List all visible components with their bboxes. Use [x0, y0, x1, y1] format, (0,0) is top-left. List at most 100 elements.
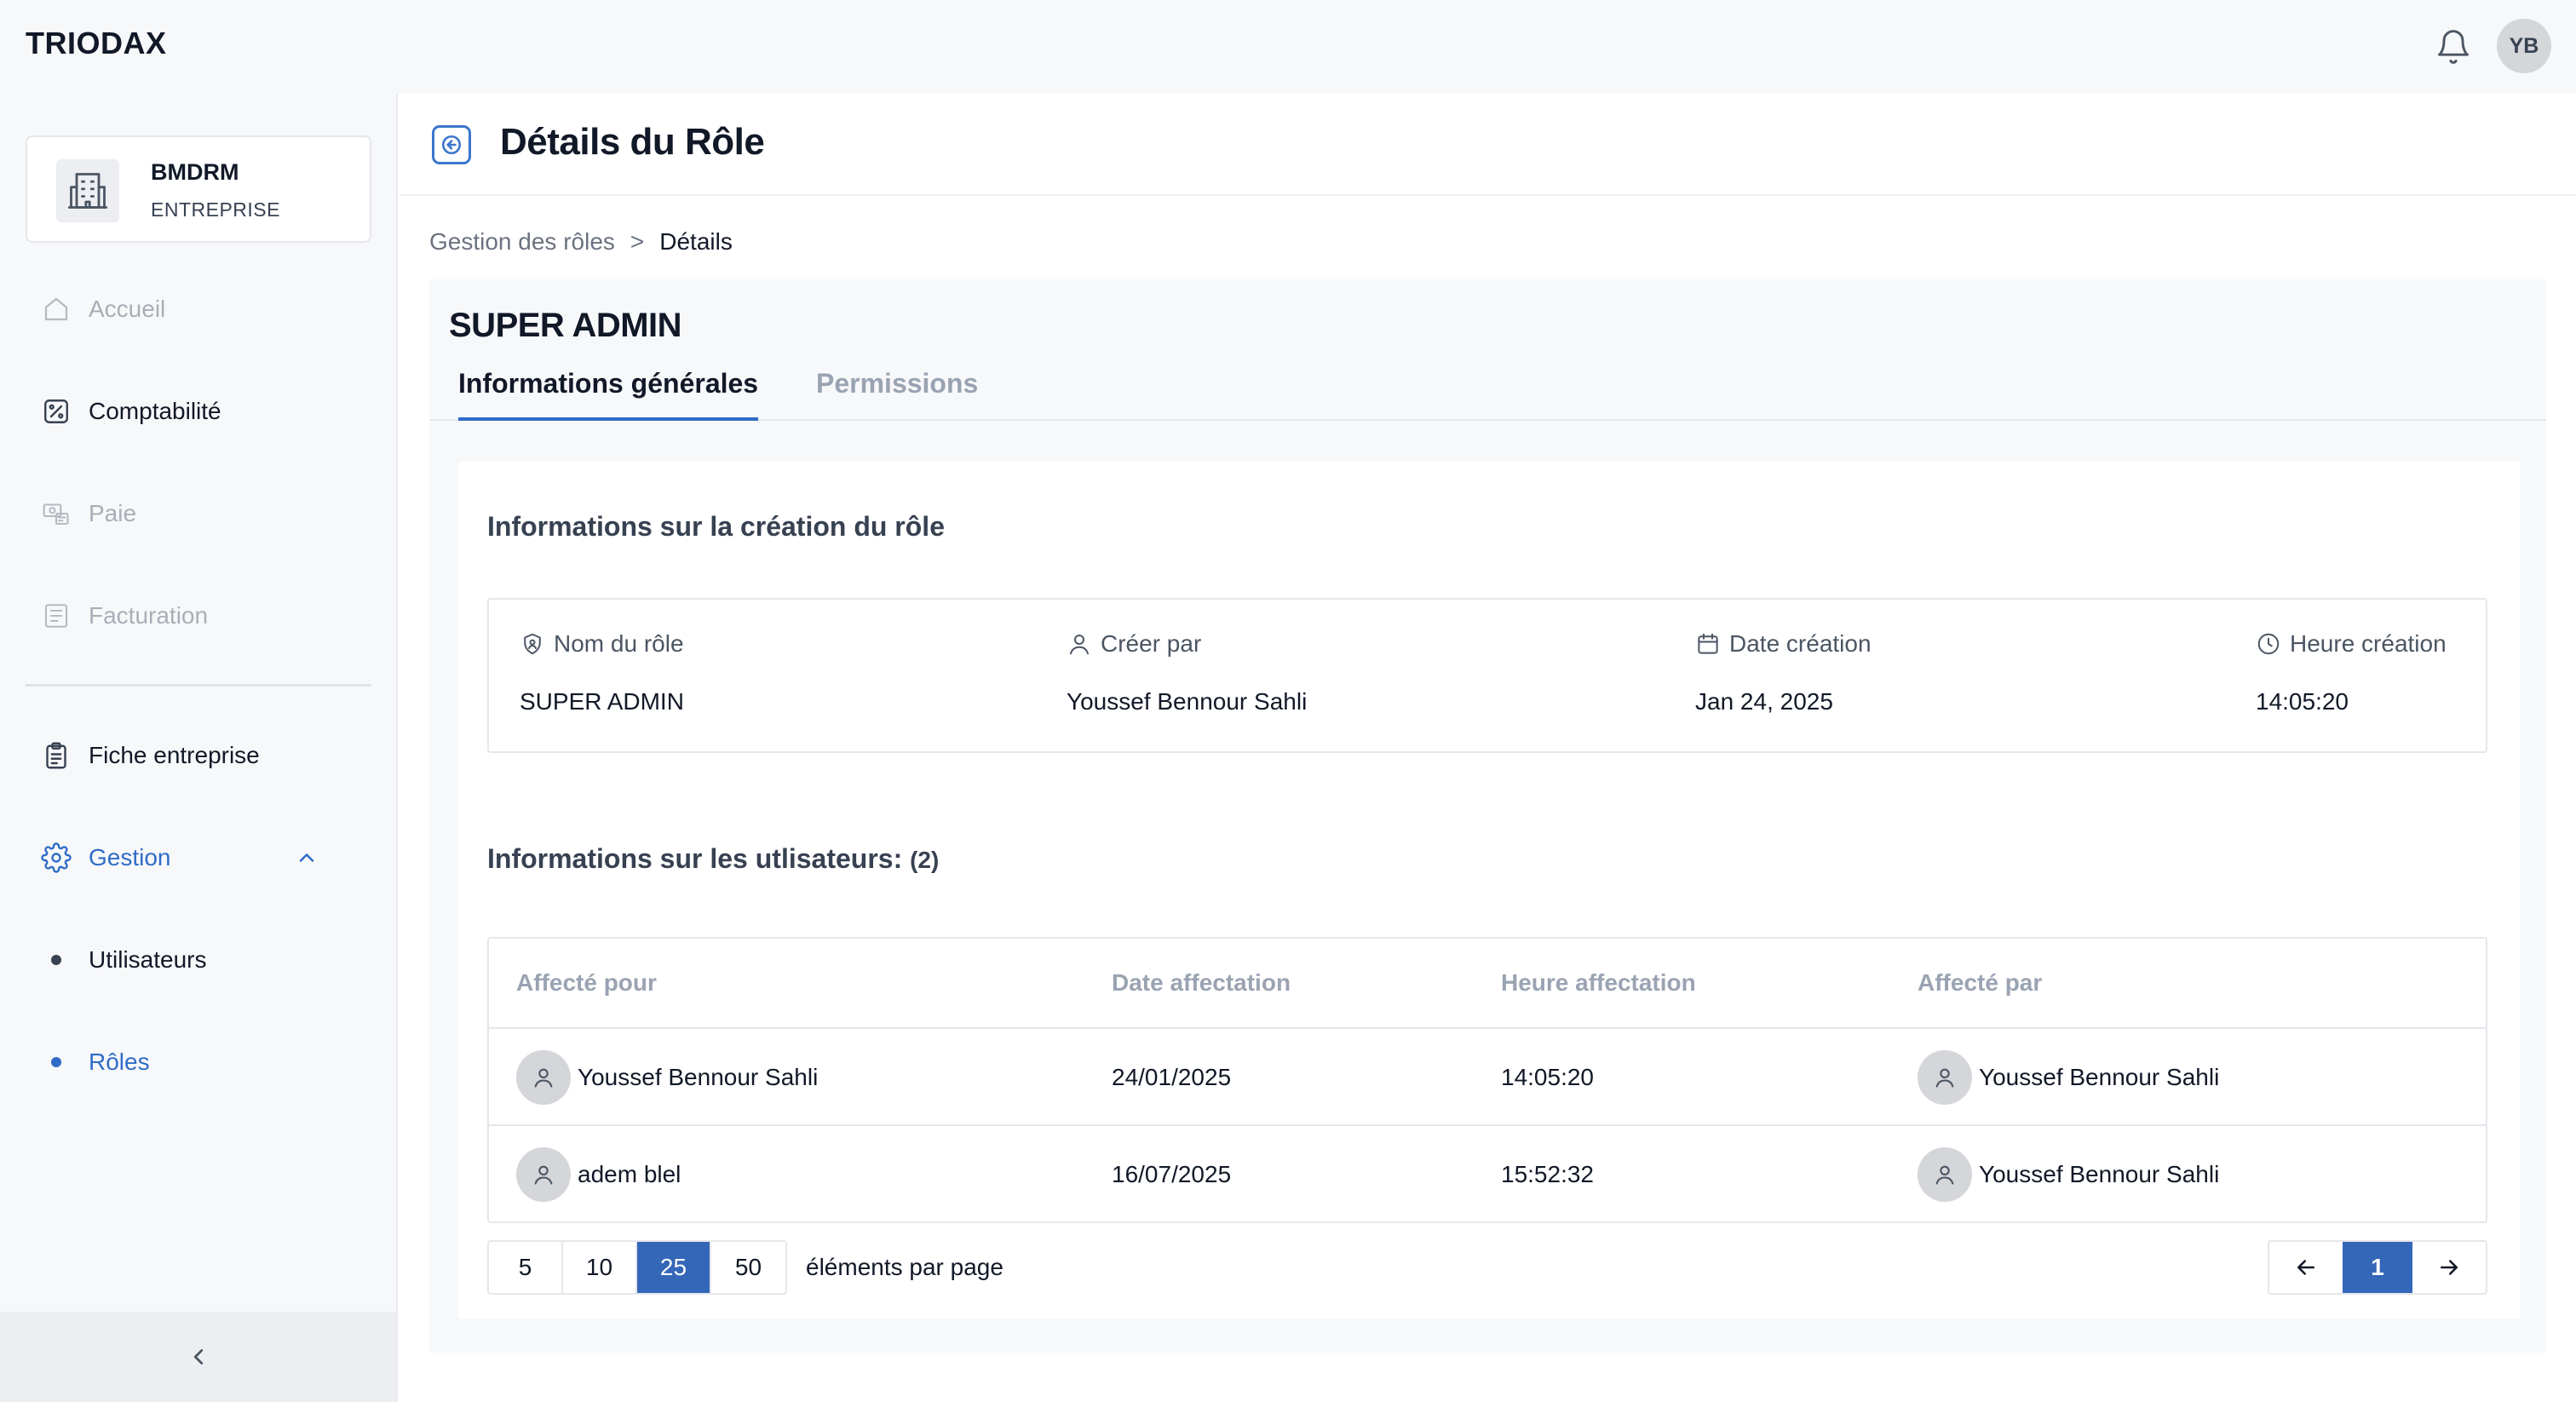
- sidebar-collapse-button[interactable]: [0, 1312, 396, 1402]
- building-icon: [56, 159, 119, 222]
- sidebar-item-label: Paie: [89, 500, 137, 526]
- sidebar-item-label: Utilisateurs: [89, 946, 207, 973]
- per-page-label: éléments par page: [806, 1254, 1003, 1280]
- company-type: ENTREPRISE: [151, 198, 280, 221]
- previous-page-button[interactable]: [2269, 1242, 2343, 1293]
- tab-permissions[interactable]: Permissions: [816, 368, 978, 421]
- cell-assigned-by: Youssef Bennour Sahli: [1918, 1029, 2219, 1126]
- sidebar-item-paie[interactable]: Paie: [41, 493, 365, 534]
- sidebar-item-label: Fiche entreprise: [89, 742, 260, 768]
- main-content: Détails du Rôle Gestion des rôles > Déta…: [400, 94, 2576, 1402]
- table-row[interactable]: adem blel 16/07/2025 15:52:32 Youssef Be…: [489, 1126, 2486, 1221]
- cell-time: 15:52:32: [1501, 1161, 1594, 1187]
- user-avatar-icon: [1918, 1147, 1972, 1202]
- cell-assigned-to: adem blel: [516, 1126, 681, 1221]
- column-header-date[interactable]: Date affectation: [1112, 969, 1291, 997]
- page-size-5-button[interactable]: 5: [489, 1242, 563, 1293]
- user-avatar-icon: [1918, 1050, 1972, 1105]
- calendar-icon: [1695, 631, 1729, 657]
- field-created-by: Créer par Youssef Bennour Sahli: [1067, 630, 1307, 715]
- cell-time: 14:05:20: [1501, 1064, 1594, 1090]
- creation-info-box: Nom du rôle SUPER ADMIN Créer par Yousse…: [487, 598, 2487, 753]
- cell-date: 24/01/2025: [1112, 1064, 1232, 1090]
- user-icon: [1067, 631, 1101, 657]
- page-size-50-button[interactable]: 50: [711, 1242, 785, 1293]
- breadcrumb-separator: >: [630, 228, 645, 255]
- table-row[interactable]: Youssef Bennour Sahli 24/01/2025 14:05:2…: [489, 1029, 2486, 1126]
- sidebar-divider: [26, 684, 371, 687]
- users-section-label: Informations sur les utlisateurs:: [487, 843, 903, 874]
- sidebar-item-accueil[interactable]: Accueil: [41, 289, 365, 330]
- top-bar: TRIODAX YB: [0, 0, 2576, 94]
- users-section-title: Informations sur les utlisateurs: (2): [487, 843, 939, 875]
- role-title: SUPER ADMIN: [449, 307, 682, 344]
- users-count: (2): [910, 847, 940, 873]
- field-creation-time: Heure création 14:05:20: [2256, 630, 2447, 715]
- field-value: Youssef Bennour Sahli: [1067, 688, 1308, 715]
- field-value: SUPER ADMIN: [520, 688, 684, 715]
- badge-icon: [520, 631, 554, 657]
- cell-text: Youssef Bennour Sahli: [578, 1064, 819, 1090]
- arrow-right-icon: [2436, 1255, 2462, 1280]
- company-name: BMDRM: [151, 159, 239, 185]
- pagination: 1: [2268, 1240, 2487, 1295]
- page-number-button[interactable]: 1: [2343, 1242, 2412, 1293]
- field-value: Jan 24, 2025: [1695, 688, 1833, 715]
- table-header: Affecté pour Date affectation Heure affe…: [489, 939, 2486, 1029]
- column-header-time[interactable]: Heure affectation: [1501, 969, 1696, 997]
- sidebar-item-label: Gestion: [89, 844, 171, 871]
- field-role-name: Nom du rôle SUPER ADMIN: [520, 630, 684, 715]
- cell-date: 16/07/2025: [1112, 1161, 1232, 1187]
- arrow-left-icon: [2293, 1255, 2319, 1280]
- home-icon: [41, 294, 72, 325]
- bell-icon[interactable]: [2435, 28, 2472, 66]
- clock-icon: [2256, 631, 2290, 657]
- chevron-up-icon[interactable]: [295, 846, 319, 870]
- page-size-selector: 5 10 25 50: [487, 1240, 787, 1295]
- column-header-assigned-by[interactable]: Affecté par: [1918, 969, 2042, 997]
- user-avatar[interactable]: YB: [2497, 19, 2551, 73]
- bullet-dot: [51, 1057, 61, 1067]
- sidebar-item-facturation[interactable]: Facturation: [41, 595, 365, 636]
- bullet-dot: [51, 955, 61, 965]
- company-card[interactable]: BMDRM ENTREPRISE: [26, 135, 371, 243]
- column-header-assigned-to[interactable]: Affecté pour: [516, 969, 657, 997]
- chevron-left-icon: [186, 1344, 211, 1370]
- page-size-10-button[interactable]: 10: [563, 1242, 637, 1293]
- role-panel: SUPER ADMIN Informations générales Permi…: [429, 279, 2546, 1353]
- sidebar: BMDRM ENTREPRISE Accueil Comptabilité Pa…: [0, 94, 398, 1402]
- tabs: Informations générales Permissions: [429, 368, 2546, 421]
- sidebar-item-label: Comptabilité: [89, 398, 221, 424]
- sidebar-item-label: Facturation: [89, 602, 209, 629]
- cell-assigned-by: Youssef Bennour Sahli: [1918, 1126, 2220, 1221]
- field-creation-date: Date création Jan 24, 2025: [1695, 630, 1872, 715]
- cell-text: Youssef Bennour Sahli: [1979, 1064, 2220, 1090]
- page-header: Détails du Rôle: [400, 94, 2576, 196]
- invoice-icon: [41, 600, 72, 631]
- sidebar-subitem-roles[interactable]: Rôles: [41, 1042, 365, 1083]
- next-page-button[interactable]: [2412, 1242, 2486, 1293]
- field-label: Date création: [1729, 630, 1872, 657]
- arrow-left-icon: [440, 134, 463, 156]
- app-logo[interactable]: TRIODAX: [26, 26, 167, 61]
- sidebar-item-label: Rôles: [89, 1049, 150, 1075]
- cell-text: Youssef Bennour Sahli: [1979, 1161, 2220, 1187]
- breadcrumb-current: Détails: [659, 228, 733, 255]
- page-size-25-button[interactable]: 25: [637, 1242, 711, 1293]
- content-card: Informations sur la création du rôle Nom…: [458, 462, 2520, 1319]
- back-button[interactable]: [432, 125, 471, 164]
- sidebar-item-comptabilite[interactable]: Comptabilité: [41, 391, 365, 432]
- clipboard-icon: [41, 740, 72, 771]
- field-value: 14:05:20: [2256, 688, 2349, 715]
- breadcrumb-parent[interactable]: Gestion des rôles: [429, 228, 615, 256]
- users-table: Affecté pour Date affectation Heure affe…: [487, 937, 2487, 1223]
- sidebar-item-gestion[interactable]: Gestion: [41, 837, 365, 878]
- payroll-icon: [41, 498, 72, 529]
- cell-assigned-to: Youssef Bennour Sahli: [516, 1029, 818, 1126]
- sidebar-subitem-utilisateurs[interactable]: Utilisateurs: [41, 939, 365, 980]
- creation-section-title: Informations sur la création du rôle: [487, 511, 945, 542]
- user-avatar-icon: [516, 1050, 571, 1105]
- sidebar-item-fiche-entreprise[interactable]: Fiche entreprise: [41, 735, 365, 776]
- tab-informations-generales[interactable]: Informations générales: [458, 368, 759, 421]
- breadcrumb: Gestion des rôles > Détails: [429, 228, 733, 256]
